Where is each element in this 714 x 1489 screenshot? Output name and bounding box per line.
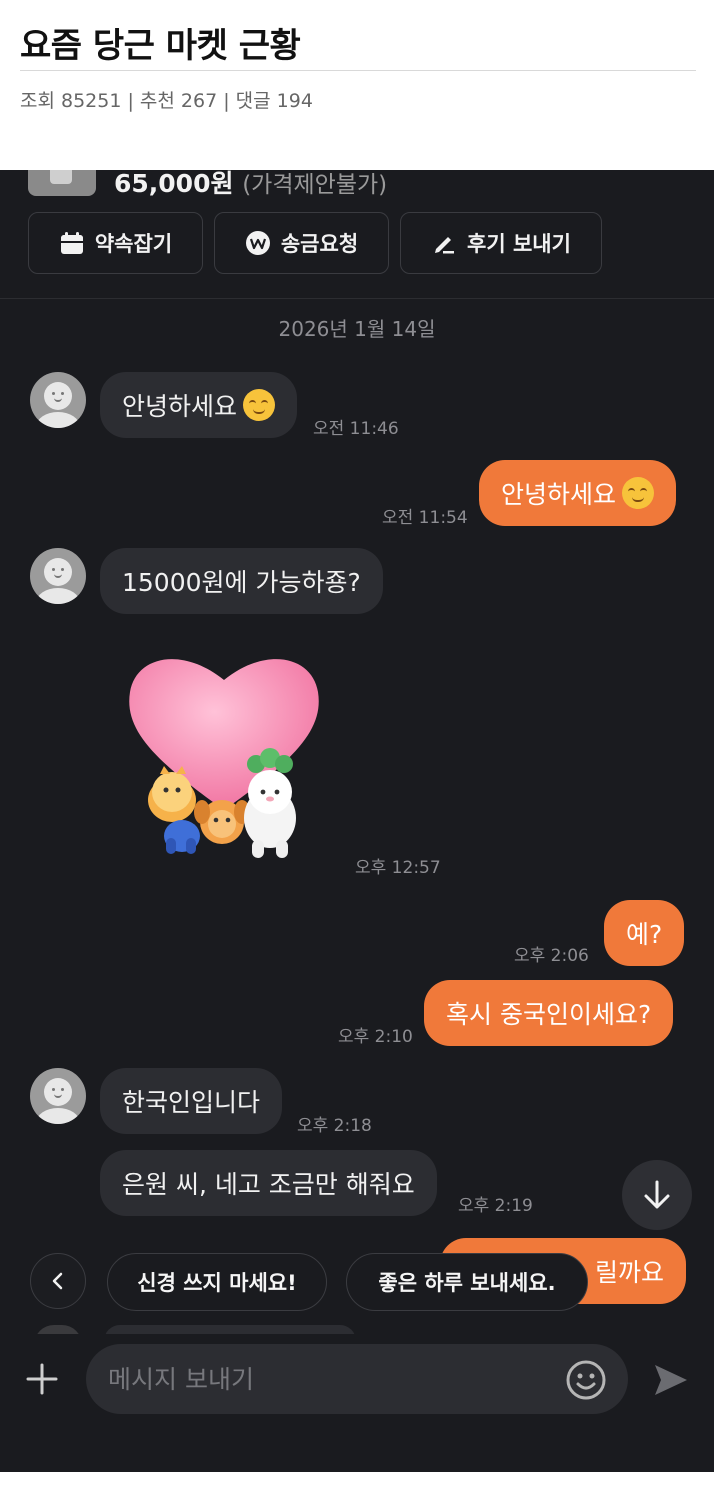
header-divider <box>0 298 714 299</box>
arrow-down-icon <box>644 1180 670 1209</box>
price-value: 65,000원 <box>114 170 234 198</box>
schedule-button[interactable]: 약속잡기 <box>28 212 203 274</box>
request-payment-label: 송금요청 <box>280 232 359 256</box>
message-input[interactable] <box>86 1344 628 1414</box>
message-bubble-incoming: 은원 씨, 네고 조금만 해줘요 <box>100 1150 437 1216</box>
avatar[interactable] <box>30 1068 86 1124</box>
message-time: 오후 2:10 <box>338 1027 413 1047</box>
page-bottom-margin <box>0 1472 714 1489</box>
calendar-icon <box>60 232 83 254</box>
message-bubble-incoming: 15000원에 가능하죵? <box>100 548 383 614</box>
quick-reply-back-button[interactable] <box>30 1253 86 1309</box>
message-bubble-incoming: 안녕하세요 <box>100 372 298 438</box>
message-time: 오후 2:18 <box>297 1116 372 1136</box>
send-icon[interactable] <box>652 1361 690 1399</box>
message-time: 오전 11:54 <box>382 508 468 528</box>
message-text: 예? <box>626 920 663 949</box>
message-bubble-outgoing: 안녕하세요 <box>479 460 677 526</box>
post-title: 요즘 당근 마켓 근황 <box>20 26 301 66</box>
message-time: 오후 12:57 <box>355 858 441 878</box>
message-text: 안녕하세요 <box>501 480 617 509</box>
avatar[interactable] <box>30 548 86 604</box>
avatar[interactable] <box>30 372 86 428</box>
chevron-left-icon <box>52 1272 63 1290</box>
message-time: 오후 2:06 <box>514 946 589 966</box>
message-text: 15000원에 가능하죵? <box>122 568 361 597</box>
schedule-label: 약속잡기 <box>94 232 173 256</box>
send-review-label: 후기 보내기 <box>467 232 571 256</box>
scroll-to-bottom-button[interactable] <box>622 1160 692 1230</box>
message-bubble-outgoing: 예? <box>604 900 685 966</box>
plus-icon[interactable] <box>24 1361 60 1397</box>
message-text: 한국인입니다 <box>122 1088 261 1117</box>
product-thumbnail[interactable] <box>28 170 96 196</box>
message-text: 릴까요 <box>594 1258 664 1287</box>
quick-reply-chip[interactable]: 신경 쓰지 마세요! <box>107 1253 327 1311</box>
message-text: 은원 씨, 네고 조금만 해줘요 <box>122 1170 415 1199</box>
heart-with-animals-sticker <box>129 659 319 858</box>
message-bubble-incoming: 한국인입니다 <box>100 1068 283 1134</box>
post-header: 요즘 당근 마켓 근황 조회 85251 | 추천 267 | 댓글 194 <box>0 0 714 170</box>
message-text: 안녕하세요 <box>122 392 238 421</box>
date-separator: 2026년 1월 14일 <box>278 317 436 341</box>
pencil-icon <box>435 237 455 254</box>
message-time: 오전 11:46 <box>313 419 399 439</box>
message-time: 오후 2:19 <box>458 1196 533 1216</box>
post-meta: 조회 85251 | 추천 267 | 댓글 194 <box>20 90 313 112</box>
product-price: 65,000원 (가격제안불가) <box>114 170 387 200</box>
quick-reply-chip[interactable]: 좋은 하루 보내세요. <box>346 1253 588 1311</box>
smiling-face-icon <box>622 477 655 509</box>
message-text: 혹시 중국인이세요? <box>446 1000 652 1029</box>
emoji-picker-icon[interactable] <box>565 1359 607 1401</box>
send-review-button[interactable]: 후기 보내기 <box>400 212 602 274</box>
price-note: (가격제안불가) <box>242 172 388 198</box>
won-circle-icon <box>245 231 270 255</box>
chat-screen: 65,000원 (가격제안불가) 약속잡기 송금요청 후기 보내기 2026년 … <box>0 170 714 1489</box>
request-payment-button[interactable]: 송금요청 <box>214 212 389 274</box>
post-divider <box>20 70 696 71</box>
smiling-face-icon <box>243 389 276 421</box>
message-bubble-outgoing: 혹시 중국인이세요? <box>424 980 674 1046</box>
